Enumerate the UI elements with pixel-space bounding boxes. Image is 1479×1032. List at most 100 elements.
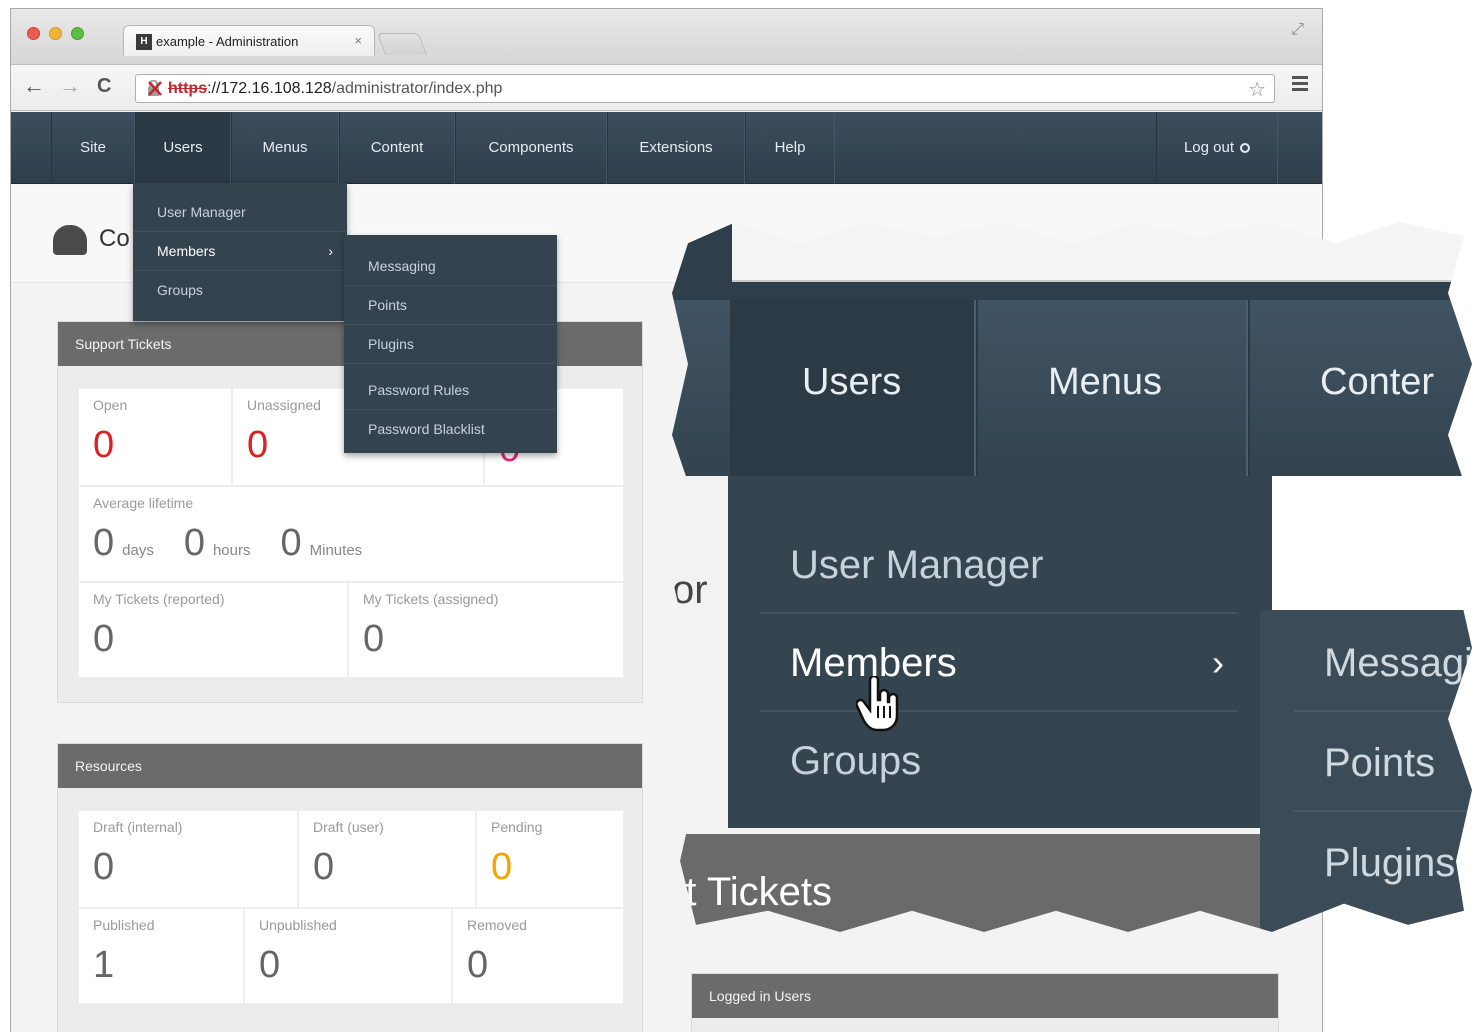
zoom-submenu-item-messaging[interactable]: Messagi bbox=[1294, 614, 1472, 712]
zoom-submenu-item-plugins[interactable]: Plugins bbox=[1294, 814, 1472, 912]
close-window-icon[interactable] bbox=[27, 27, 40, 40]
favicon-icon: H bbox=[136, 34, 152, 50]
published-value: 1 bbox=[93, 944, 115, 986]
logout-label: Log out bbox=[1183, 139, 1235, 156]
nav-extensions[interactable]: Extensions bbox=[607, 112, 745, 184]
nav-site[interactable]: Site bbox=[51, 112, 135, 184]
draft-internal-value: 0 bbox=[93, 846, 115, 888]
nav-help[interactable]: Help bbox=[745, 112, 835, 184]
address-bar[interactable]: https://172.16.108.128/administrator/ind… bbox=[135, 74, 1275, 103]
menu-item-members-label: Members bbox=[157, 243, 216, 259]
avg-days-unit: days bbox=[122, 542, 154, 559]
unassigned-value: 0 bbox=[247, 424, 269, 466]
zoom-nav-bar: Users Menus Conter bbox=[672, 300, 1472, 476]
avg-hours-value: 0 bbox=[183, 522, 205, 564]
resize-icon[interactable]: ⤢ bbox=[1291, 21, 1304, 39]
url-host: ://172.16.108.128 bbox=[207, 80, 332, 97]
nav-users[interactable]: Users bbox=[135, 112, 231, 184]
title-bar: H example - Administration × ⤢ bbox=[11, 9, 1322, 65]
draft-user-value: 0 bbox=[313, 846, 335, 888]
hand-cursor-icon bbox=[856, 676, 899, 732]
unpublished-cell: Unpublished 0 bbox=[244, 908, 452, 1004]
url-text: https://172.16.108.128/administrator/ind… bbox=[168, 80, 502, 98]
admin-nav-bar: Site Users Menus Content Components Exte… bbox=[11, 112, 1322, 184]
zoom-nav-users[interactable]: Users bbox=[730, 300, 976, 476]
minimize-window-icon[interactable] bbox=[49, 27, 62, 40]
open-value: 0 bbox=[93, 424, 115, 466]
url-scheme: https bbox=[168, 80, 208, 97]
removed-cell: Removed 0 bbox=[452, 908, 624, 1004]
open-label: Open bbox=[93, 397, 128, 413]
submenu-item-password-blacklist[interactable]: Password Blacklist bbox=[344, 410, 557, 449]
resources-panel: Resources Draft (internal) 0 Draft (user… bbox=[57, 743, 643, 1032]
removed-label: Removed bbox=[467, 917, 527, 933]
menu-item-user-manager[interactable]: User Manager bbox=[133, 193, 347, 232]
zoom-menu-item-groups[interactable]: Groups bbox=[760, 712, 1238, 810]
zoom-menu-item-members[interactable]: Members › bbox=[760, 614, 1238, 712]
my-tickets-assigned-cell: My Tickets (assigned) 0 bbox=[348, 582, 624, 678]
star-icon[interactable]: ☆ bbox=[1248, 77, 1266, 102]
submenu-item-points[interactable]: Points bbox=[344, 286, 557, 325]
avg-minutes-value: 0 bbox=[280, 522, 302, 564]
back-arrow-icon[interactable]: ← bbox=[23, 74, 45, 98]
logout-button[interactable]: Log out bbox=[1156, 112, 1278, 184]
unpublished-label: Unpublished bbox=[259, 917, 337, 933]
published-cell: Published 1 bbox=[78, 908, 244, 1004]
broken-lock-icon bbox=[148, 80, 162, 96]
new-tab-button[interactable] bbox=[376, 33, 428, 55]
power-icon bbox=[1240, 143, 1251, 153]
zoom-panel-title-fragment: rt Tickets bbox=[672, 870, 833, 914]
zoom-nav-menus[interactable]: Menus bbox=[976, 300, 1248, 476]
nav-content[interactable]: Content bbox=[339, 112, 455, 184]
pending-value: 0 bbox=[491, 846, 513, 888]
my-tickets-reported-value: 0 bbox=[93, 618, 115, 660]
zoom-callout: Users Menus Conter or User Manager Membe… bbox=[672, 222, 1472, 932]
menu-item-members[interactable]: Members › bbox=[133, 232, 347, 271]
average-lifetime-cell: Average lifetime 0 days 0 hours 0 Minutes bbox=[78, 486, 624, 582]
forward-arrow-icon[interactable]: → bbox=[59, 74, 81, 98]
url-path: /administrator/index.php bbox=[331, 80, 503, 97]
published-label: Published bbox=[93, 917, 155, 933]
panel-header: Logged in Users bbox=[692, 974, 1278, 1018]
submenu-item-password-rules[interactable]: Password Rules bbox=[344, 371, 557, 410]
tab-close-icon[interactable]: × bbox=[354, 33, 362, 48]
draft-internal-cell: Draft (internal) 0 bbox=[78, 810, 298, 908]
chevron-right-icon: › bbox=[328, 243, 333, 259]
submenu-item-messaging[interactable]: Messaging bbox=[344, 247, 557, 286]
my-tickets-reported-cell: My Tickets (reported) 0 bbox=[78, 582, 348, 678]
members-submenu: Messaging Points Plugins Password Rules … bbox=[344, 235, 557, 453]
zoom-nav-content[interactable]: Conter bbox=[1248, 300, 1472, 476]
zoom-menu-item-user-manager[interactable]: User Manager bbox=[760, 516, 1238, 614]
dashboard-icon bbox=[53, 225, 87, 255]
logged-in-users-panel: Logged in Users bbox=[691, 973, 1279, 1032]
browser-toolbar: ← → C https://172.16.108.128/administrat… bbox=[11, 65, 1322, 111]
browser-tab[interactable]: H example - Administration × bbox=[123, 25, 375, 56]
removed-value: 0 bbox=[467, 944, 489, 986]
nav-components[interactable]: Components bbox=[455, 112, 607, 184]
menu-item-groups[interactable]: Groups bbox=[133, 271, 347, 310]
average-lifetime-values: 0 days 0 hours 0 Minutes bbox=[93, 521, 392, 573]
zoom-white-area bbox=[1272, 476, 1472, 610]
pending-cell: Pending 0 bbox=[476, 810, 624, 908]
zoom-window-icon[interactable] bbox=[71, 27, 84, 40]
draft-user-cell: Draft (user) 0 bbox=[298, 810, 476, 908]
users-dropdown-menu: User Manager Members › Groups bbox=[133, 183, 347, 321]
unassigned-label: Unassigned bbox=[247, 397, 321, 413]
zoom-submenu-item-points[interactable]: Points bbox=[1294, 714, 1472, 812]
open-cell: Open 0 bbox=[78, 388, 232, 486]
avg-hours-unit: hours bbox=[212, 542, 251, 559]
average-lifetime-label: Average lifetime bbox=[93, 495, 194, 511]
zoom-chevron-right-icon: › bbox=[1212, 642, 1224, 683]
my-tickets-assigned-value: 0 bbox=[363, 618, 385, 660]
reload-icon[interactable]: C bbox=[97, 74, 111, 98]
tab-title: example - Administration bbox=[156, 34, 299, 49]
pending-label: Pending bbox=[491, 819, 543, 835]
draft-internal-label: Draft (internal) bbox=[93, 819, 183, 835]
avg-days-value: 0 bbox=[93, 522, 115, 564]
my-tickets-reported-label: My Tickets (reported) bbox=[93, 591, 225, 607]
menu-icon[interactable] bbox=[1292, 76, 1308, 94]
submenu-item-plugins[interactable]: Plugins bbox=[344, 325, 557, 364]
nav-menus[interactable]: Menus bbox=[231, 112, 339, 184]
unpublished-value: 0 bbox=[259, 944, 281, 986]
panel-header: Resources bbox=[58, 744, 642, 788]
